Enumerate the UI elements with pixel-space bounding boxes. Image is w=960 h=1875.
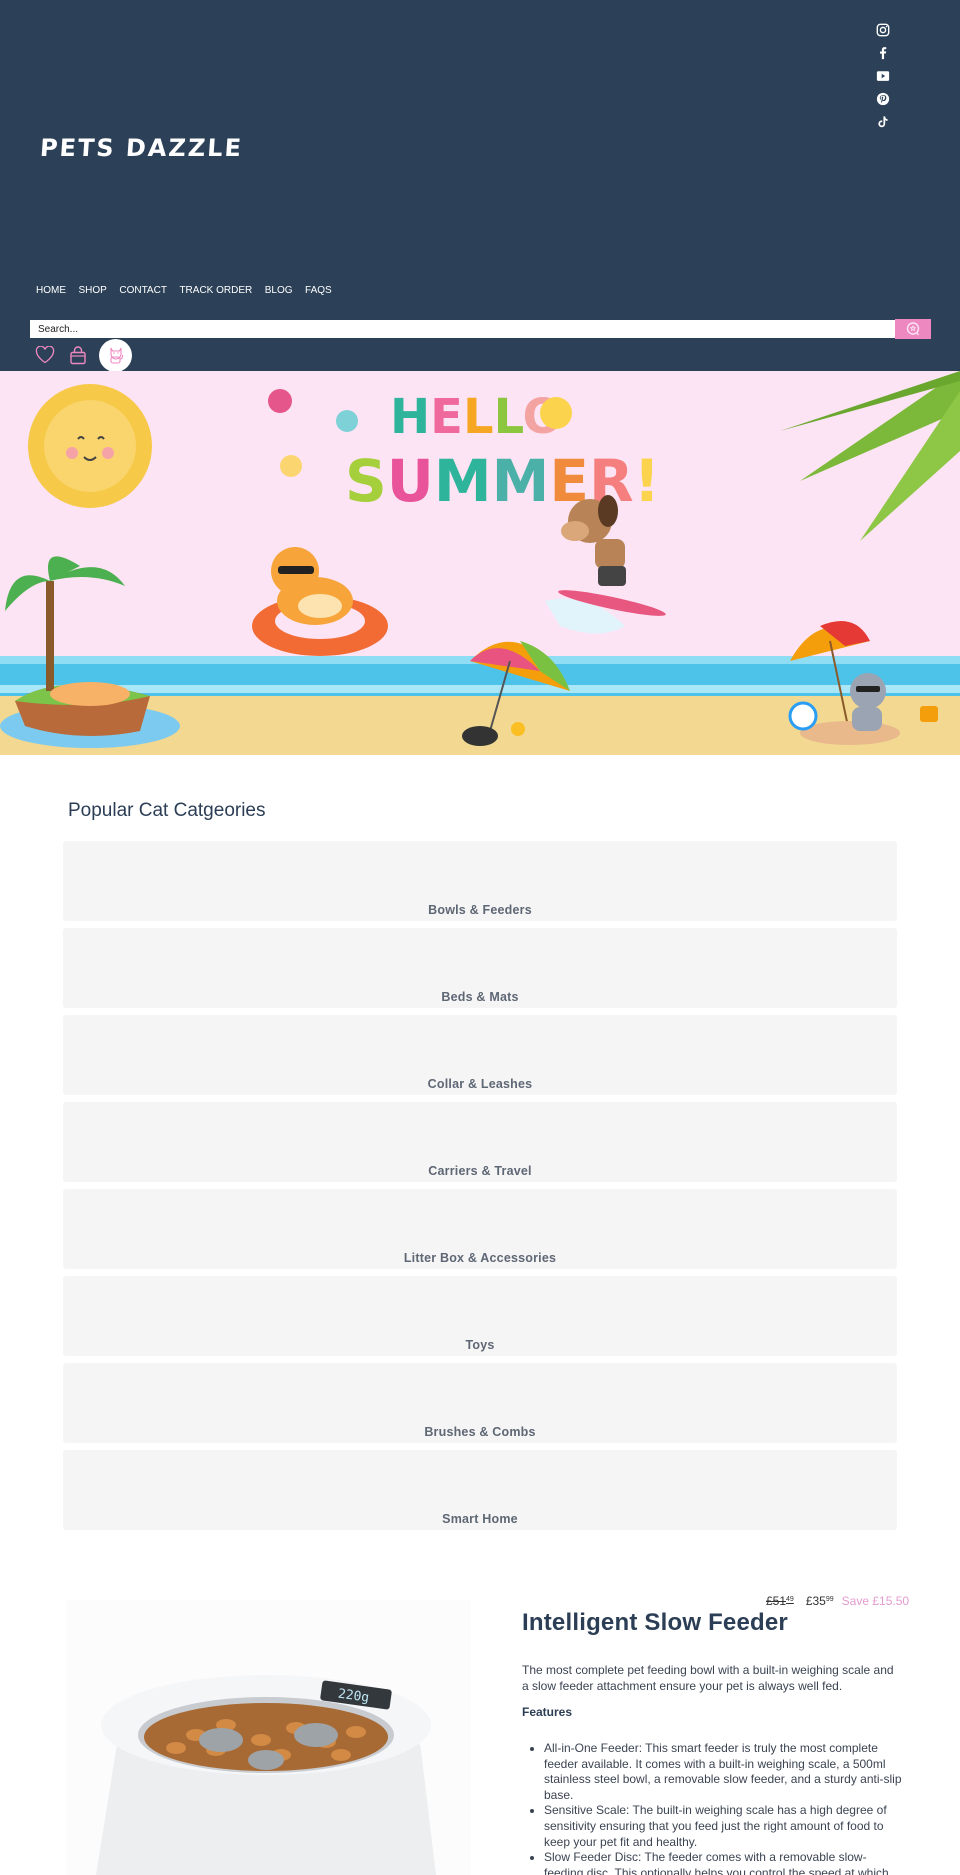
palm-leaves: [780, 371, 960, 541]
feature-item: Sensitive Scale: The built-in weighing s…: [544, 1803, 904, 1850]
site-header: PETS DAZZLE HOME SHOP CONTACT TRACK ORDE…: [0, 0, 960, 372]
hero-illustration: HELLO SUMMER!: [0, 371, 960, 755]
nav-blog[interactable]: BLOG: [265, 285, 293, 296]
flower-icon: [280, 455, 302, 477]
account-button[interactable]: [99, 338, 132, 372]
cat-on-float: [252, 547, 388, 656]
sale-price: £3599: [805, 1594, 834, 1608]
heart-icon: [35, 346, 55, 364]
category-label: Carriers & Travel: [428, 1164, 532, 1178]
original-price: £5149: [766, 1594, 794, 1608]
savings-badge: Save £15.50: [841, 1594, 910, 1608]
nav-shop[interactable]: SHOP: [79, 285, 107, 296]
surfing-dog: [545, 495, 666, 634]
site-logo[interactable]: PETS DAZZLE: [39, 134, 244, 162]
cat-avatar-icon: [109, 347, 123, 364]
pinterest-icon: [876, 92, 890, 106]
category-card-bowls-feeders[interactable]: Bowls & Feeders: [63, 841, 897, 921]
category-card-smart-home[interactable]: Smart Home: [63, 1450, 897, 1530]
smart-feeder-illustration: 220g: [96, 1675, 436, 1875]
flower-icon: [336, 410, 358, 432]
flower-icon: [268, 389, 292, 413]
category-card-litter-box[interactable]: Litter Box & Accessories: [63, 1189, 897, 1269]
facebook-icon: [880, 47, 887, 60]
feature-item: Slow Feeder Disc: The feeder comes with …: [544, 1850, 904, 1875]
header-actions: [34, 338, 132, 372]
pinterest-link[interactable]: [875, 91, 891, 107]
category-label: Toys: [465, 1338, 495, 1352]
social-links: [872, 22, 894, 130]
wishlist-button[interactable]: [34, 344, 56, 366]
category-label: Brushes & Combs: [424, 1425, 536, 1439]
main-nav: HOME SHOP CONTACT TRACK ORDER BLOG FAQS: [36, 285, 344, 296]
price-row: £5149 £3599 Save £15.50: [766, 1594, 909, 1608]
nav-track-order[interactable]: TRACK ORDER: [179, 285, 252, 296]
banner-hello-text: HELLO: [390, 389, 563, 445]
instagram-icon: [876, 23, 890, 37]
category-card-collar-leashes[interactable]: Collar & Leashes: [63, 1015, 897, 1095]
search-button[interactable]: [895, 319, 931, 339]
bag-icon: [70, 345, 86, 364]
hero-banner[interactable]: HELLO SUMMER!: [0, 371, 960, 755]
category-card-carriers-travel[interactable]: Carriers & Travel: [63, 1102, 897, 1182]
category-card-beds-mats[interactable]: Beds & Mats: [63, 928, 897, 1008]
youtube-icon: [876, 71, 890, 81]
features-list: All-in-One Feeder: This smart feeder is …: [544, 1741, 904, 1875]
cart-button[interactable]: [67, 344, 89, 366]
small-sun-icon: [540, 397, 572, 429]
category-card-brushes-combs[interactable]: Brushes & Combs: [63, 1363, 897, 1443]
product-image[interactable]: 220g: [66, 1600, 471, 1875]
category-label: Smart Home: [442, 1512, 518, 1526]
category-label: Bowls & Feeders: [428, 903, 532, 917]
facebook-link[interactable]: [875, 45, 891, 61]
tiktok-icon: [878, 116, 888, 128]
features-heading: Features: [522, 1705, 573, 1719]
search-bar: [30, 319, 931, 339]
nav-contact[interactable]: CONTACT: [119, 285, 167, 296]
categories-heading: Popular Cat Catgeories: [68, 800, 266, 821]
product-title: Intelligent Slow Feeder: [522, 1609, 788, 1636]
nav-home[interactable]: HOME: [36, 285, 66, 296]
category-label: Beds & Mats: [441, 990, 519, 1004]
tiktok-link[interactable]: [875, 114, 891, 130]
category-label: Litter Box & Accessories: [403, 1251, 557, 1265]
instagram-link[interactable]: [875, 22, 891, 38]
category-list: Bowls & Feeders Beds & Mats Collar & Lea…: [63, 841, 897, 1537]
search-icon: [906, 322, 920, 336]
nav-faqs[interactable]: FAQS: [305, 285, 332, 296]
search-input[interactable]: [30, 320, 895, 338]
youtube-link[interactable]: [875, 68, 891, 84]
category-label: Collar & Leashes: [427, 1077, 533, 1091]
product-description: The most complete pet feeding bowl with …: [522, 1663, 894, 1693]
sun-icon: [28, 384, 152, 508]
island-palm: [0, 556, 180, 748]
feature-item: All-in-One Feeder: This smart feeder is …: [544, 1741, 904, 1803]
category-card-toys[interactable]: Toys: [63, 1276, 897, 1356]
